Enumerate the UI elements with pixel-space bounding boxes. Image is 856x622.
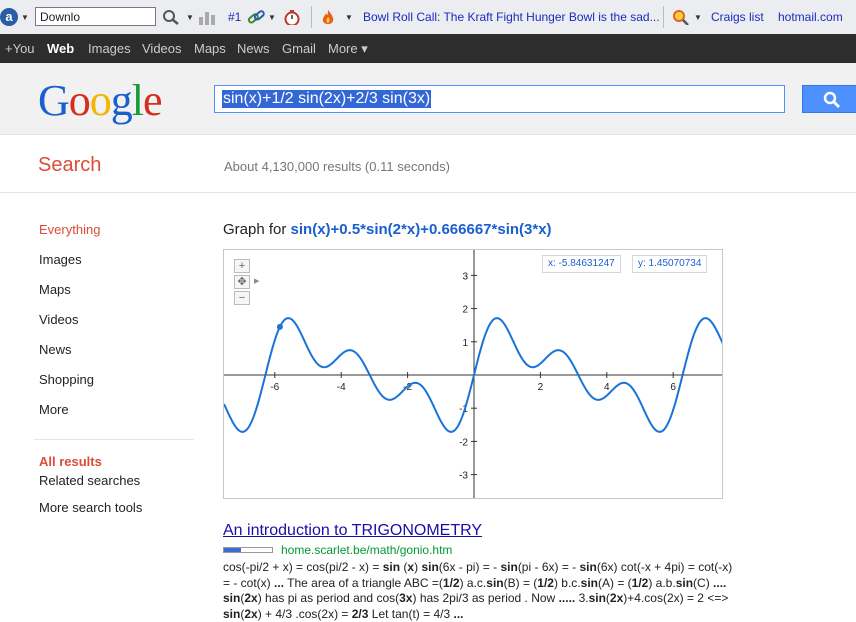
- graph-expression[interactable]: sin(x)+0.5*sin(2*x)+0.666667*sin(3*x): [291, 221, 552, 238]
- sidebar-item-shopping[interactable]: Shopping: [39, 372, 94, 387]
- google-logo[interactable]: Google: [38, 75, 163, 126]
- gbar-item-images[interactable]: Images: [88, 41, 131, 56]
- sidebar-item-more[interactable]: More: [39, 402, 69, 417]
- search-query-text[interactable]: sin(x)+1/2 sin(2x)+2/3 sin(3x): [222, 90, 432, 108]
- trace-point: [276, 323, 283, 330]
- sidebar-item-news[interactable]: News: [39, 342, 72, 357]
- gbar-item-plus-you[interactable]: +You: [5, 41, 35, 56]
- search-heading: Search: [38, 154, 102, 176]
- toolbar-divider: [311, 6, 312, 28]
- pagerank-bar: [223, 547, 273, 553]
- bookmark-craigslist[interactable]: Craigs list: [711, 10, 764, 24]
- x-tick-label: -4: [337, 382, 346, 393]
- sidebar-item-more-search-tools[interactable]: More search tools: [39, 500, 142, 515]
- toolbar-search-input[interactable]: Downlo: [35, 7, 156, 26]
- result-stats: About 4,130,000 results (0.11 seconds): [224, 159, 450, 174]
- sidebar-item-everything[interactable]: Everything: [39, 222, 100, 237]
- x-tick-label: -6: [270, 382, 279, 393]
- gbar-item-maps[interactable]: Maps: [194, 41, 226, 56]
- search-header: Google sin(x)+1/2 sin(2x)+2/3 sin(3x): [0, 63, 856, 135]
- divider: [34, 439, 194, 440]
- chevron-down-icon[interactable]: ▼: [21, 13, 29, 22]
- y-coordinate-readout: y: 1.45070734: [632, 255, 708, 273]
- google-nav-bar: +You Web Images Videos Maps News Gmail M…: [0, 34, 856, 63]
- x-coordinate-readout: x: -5.84631247: [542, 255, 621, 273]
- result-url: home.scarlet.be/math/gonio.htm: [281, 543, 453, 557]
- sidebar-item-all-results[interactable]: All results: [39, 454, 102, 469]
- graph-plot[interactable]: -6 -4 -2 2 4 6-3-2-1123: [224, 250, 723, 499]
- sidebar-item-maps[interactable]: Maps: [39, 282, 71, 297]
- news-headline-link[interactable]: Bowl Roll Call: The Kraft Fight Hunger B…: [363, 10, 660, 24]
- bookmark-hotmail[interactable]: hotmail.com: [778, 10, 843, 24]
- gbar-item-videos[interactable]: Videos: [142, 41, 182, 56]
- gbar-item-news[interactable]: News: [237, 41, 270, 56]
- gbar-item-gmail[interactable]: Gmail: [282, 41, 316, 56]
- chevron-down-icon[interactable]: ▼: [268, 13, 276, 22]
- search-icon[interactable]: [162, 9, 180, 25]
- function-graph[interactable]: -6 -4 -2 2 4 6 -3 -2 -1 1 2 3 + ✥ − ▶ x: -5.8463124…: [223, 249, 723, 499]
- zoom-in-button[interactable]: +: [234, 259, 250, 273]
- graph-title-prefix: Graph for: [223, 221, 287, 238]
- divider: [0, 192, 856, 193]
- chevron-down-icon[interactable]: ▼: [186, 13, 194, 22]
- search-button[interactable]: [802, 85, 856, 113]
- chevron-right-icon[interactable]: ▶: [254, 277, 259, 285]
- flame-icon[interactable]: [320, 9, 336, 25]
- sidebar-item-videos[interactable]: Videos: [39, 312, 79, 327]
- result-snippet: cos(-pi/2 + x) = cos(pi/2 - x) = sin (x)…: [223, 560, 733, 621]
- x-tick-label: 6: [670, 382, 676, 393]
- result-title-link[interactable]: An introduction to TRIGONOMETRY: [223, 522, 482, 540]
- chevron-down-icon[interactable]: ▼: [694, 13, 702, 22]
- y-tick-label: 1: [462, 338, 468, 349]
- rank-label[interactable]: #1: [228, 10, 241, 24]
- x-tick-label: 2: [538, 382, 544, 393]
- chevron-down-icon[interactable]: ▼: [345, 13, 353, 22]
- y-tick-label: 2: [462, 305, 468, 316]
- link-icon[interactable]: [246, 9, 266, 25]
- flame-search-icon[interactable]: [672, 9, 690, 25]
- search-icon: [823, 91, 841, 109]
- search-input[interactable]: sin(x)+1/2 sin(2x)+2/3 sin(3x): [214, 85, 785, 113]
- y-tick-label: 3: [462, 271, 468, 282]
- browser-toolbar: a ▼ Downlo ▼ #1 ▼ ▼ Bowl Roll Call: The …: [0, 0, 856, 35]
- x-tick-label: 4: [604, 382, 610, 393]
- bar-chart-icon[interactable]: [198, 9, 216, 25]
- sidebar-item-images[interactable]: Images: [39, 252, 82, 267]
- sidebar-item-related-searches[interactable]: Related searches: [39, 473, 140, 488]
- app-logo-icon[interactable]: a: [0, 8, 18, 26]
- y-tick-label: -2: [459, 437, 468, 448]
- pan-button[interactable]: ✥: [234, 275, 250, 289]
- stopwatch-icon[interactable]: [283, 9, 301, 25]
- y-tick-label: -3: [459, 471, 468, 482]
- gbar-item-more[interactable]: More ▾: [328, 41, 368, 57]
- zoom-out-button[interactable]: −: [234, 291, 250, 305]
- toolbar-divider: [663, 6, 664, 28]
- gbar-item-web[interactable]: Web: [47, 41, 74, 56]
- graph-title: Graph for sin(x)+0.5*sin(2*x)+0.666667*s…: [223, 221, 552, 238]
